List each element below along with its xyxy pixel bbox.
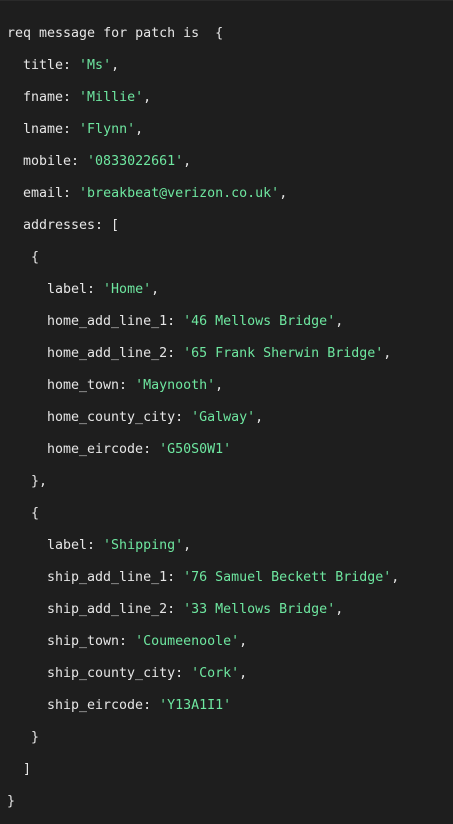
home-line1-value: '46 Mellows Bridge' bbox=[183, 314, 336, 329]
field-email: email: 'breakbeat@verizon.co.uk', bbox=[23, 186, 288, 201]
field-ship-line1: ship_add_line_1: '76 Samuel Beckett Brid… bbox=[47, 570, 400, 585]
home-line2-key: home_add_line_2: bbox=[47, 346, 184, 361]
ship-town-key: ship_town: bbox=[47, 634, 136, 649]
field-lname: lname: 'Flynn', bbox=[23, 122, 144, 137]
array-close: ] bbox=[23, 762, 32, 777]
field-ship-town: ship_town: 'Coumeenoole', bbox=[47, 634, 248, 649]
field-ship-eircode: ship_eircode: 'Y13A1I1' bbox=[7, 698, 453, 714]
object-close: }, bbox=[31, 474, 48, 489]
field-mobile: mobile: '0833022661', bbox=[23, 154, 192, 169]
ship-line1-key: ship_add_line_1: bbox=[47, 570, 184, 585]
ship-town-value: 'Coumeenoole' bbox=[135, 634, 240, 649]
object-close: } bbox=[31, 730, 40, 745]
field-home-county: home_county_city: 'Galway', bbox=[47, 410, 264, 425]
field-ship-label: label: 'Shipping', bbox=[47, 538, 192, 553]
home-line1-key: home_add_line_1: bbox=[47, 314, 184, 329]
object-open: { bbox=[31, 506, 40, 521]
ship-county-key: ship_county_city: bbox=[47, 666, 192, 681]
fname-value: 'Millie' bbox=[79, 90, 144, 105]
ship-line2-key: ship_add_line_2: bbox=[47, 602, 184, 617]
ship-line1-value: '76 Samuel Beckett Bridge' bbox=[183, 570, 392, 585]
email-value: 'breakbeat@verizon.co.uk' bbox=[79, 186, 280, 201]
field-fname: fname: 'Millie', bbox=[23, 90, 152, 105]
log-close: } bbox=[7, 794, 16, 809]
ship-line2-value: '33 Mellows Bridge' bbox=[183, 602, 336, 617]
header-text: req message for patch is { bbox=[7, 26, 224, 41]
object-open: { bbox=[31, 250, 40, 265]
ship-county-value: 'Cork' bbox=[191, 666, 240, 681]
field-home-line2: home_add_line_2: '65 Frank Sherwin Bridg… bbox=[47, 346, 392, 361]
lname-value: 'Flynn' bbox=[79, 122, 136, 137]
field-addresses: addresses: [ bbox=[7, 218, 453, 234]
field-home-line1: home_add_line_1: '46 Mellows Bridge', bbox=[47, 314, 344, 329]
ship-eircode-value: 'Y13A1I1' bbox=[159, 698, 232, 713]
ship-label-value: 'Shipping' bbox=[103, 538, 184, 553]
console-output: req message for patch is { title: 'Ms', … bbox=[0, 0, 453, 809]
home-eircode-value: 'G50S0W1' bbox=[159, 442, 232, 457]
field-home-eircode: home_eircode: 'G50S0W1' bbox=[7, 442, 453, 458]
home-county-key: home_county_city: bbox=[47, 410, 192, 425]
home-county-value: 'Galway' bbox=[191, 410, 256, 425]
field-ship-county: ship_county_city: 'Cork', bbox=[47, 666, 248, 681]
home-town-key: home_town: bbox=[47, 378, 136, 393]
home-label-value: 'Home' bbox=[103, 282, 152, 297]
field-title: title: 'Ms', bbox=[23, 58, 120, 73]
field-home-label: label: 'Home', bbox=[47, 282, 160, 297]
title-value: 'Ms' bbox=[79, 58, 112, 73]
field-home-town: home_town: 'Maynooth', bbox=[47, 378, 224, 393]
addresses-open: addresses: [ bbox=[23, 218, 120, 233]
home-line2-value: '65 Frank Sherwin Bridge' bbox=[183, 346, 384, 361]
home-town-value: 'Maynooth' bbox=[135, 378, 216, 393]
field-ship-line2: ship_add_line_2: '33 Mellows Bridge', bbox=[47, 602, 344, 617]
log-header: req message for patch is { bbox=[7, 26, 453, 42]
ship-eircode-key: ship_eircode: bbox=[47, 698, 160, 713]
home-eircode-key: home_eircode: bbox=[47, 442, 160, 457]
mobile-value: '0833022661' bbox=[87, 154, 184, 169]
